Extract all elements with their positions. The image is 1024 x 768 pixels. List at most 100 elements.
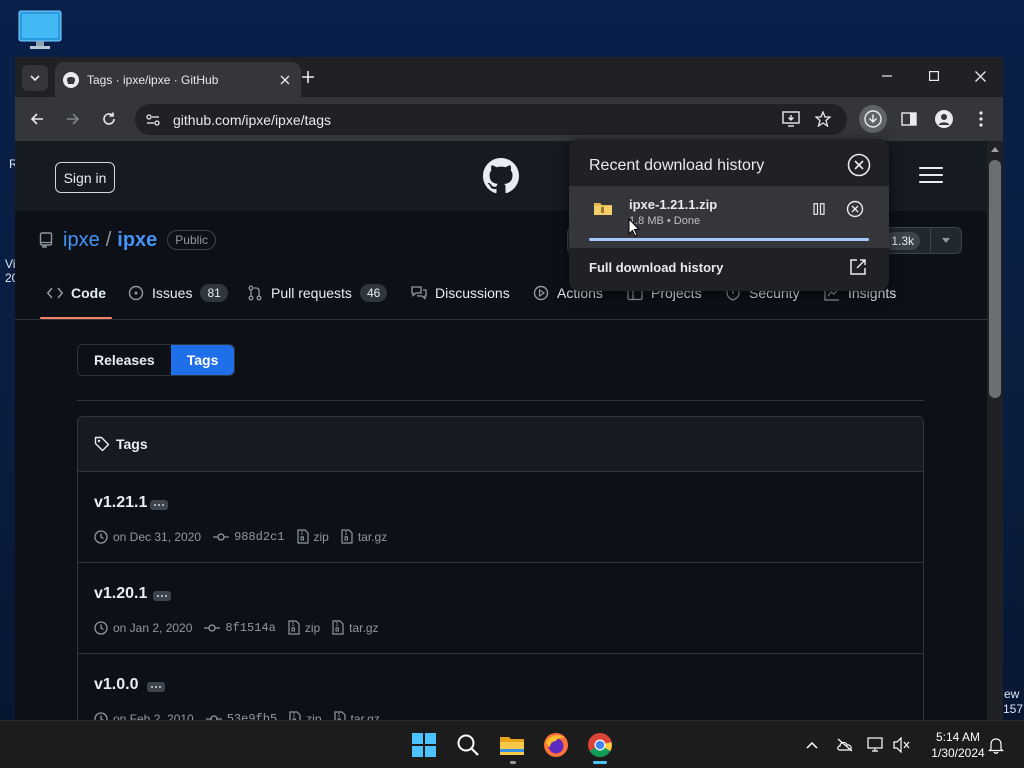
clock-icon — [94, 711, 108, 720]
tag-zip-link[interactable]: zip — [288, 620, 320, 635]
new-tab-button[interactable] — [298, 67, 318, 87]
profile-button[interactable] — [931, 106, 957, 132]
page-scrollbar[interactable] — [987, 141, 1003, 720]
forward-button[interactable] — [60, 106, 86, 132]
ellipsis-expander-icon[interactable] — [153, 591, 171, 601]
browser-menu-button[interactable] — [968, 106, 994, 132]
ellipsis-expander-icon[interactable] — [150, 500, 168, 510]
tab-pull-requests[interactable]: Pull requests 46 — [247, 265, 388, 320]
star-dropdown-icon[interactable] — [931, 238, 961, 243]
download-progress-fill — [589, 238, 869, 241]
tag-icon — [94, 436, 110, 452]
file-explorer-button[interactable] — [497, 730, 527, 760]
tab-search-button[interactable] — [22, 65, 48, 91]
firefox-button[interactable] — [541, 730, 571, 760]
reload-button[interactable] — [96, 106, 122, 132]
network-tray-button[interactable] — [867, 736, 885, 754]
tab-code-label: Code — [71, 284, 106, 301]
tab-title: Tags · ipxe/ipxe · GitHub — [87, 72, 219, 87]
close-tab-icon[interactable] — [277, 72, 293, 88]
tags-list-header: Tags — [78, 417, 923, 472]
tab-discussions[interactable]: Discussions — [411, 265, 510, 320]
tag-targz-link[interactable]: tar.gz — [333, 711, 380, 721]
download-file-name: ipxe-1.21.1.zip — [629, 197, 718, 212]
close-circle-icon[interactable] — [847, 153, 871, 177]
download-item[interactable]: ipxe-1.21.1.zip 1.8 MB • Done — [569, 186, 889, 248]
chrome-icon — [588, 733, 612, 758]
tags-list: Tags v1.21.1 on Dec 31, 2020 988d2c1 zip… — [77, 416, 924, 720]
tag-name-link[interactable]: v1.0.0 — [94, 676, 138, 694]
tag-sha: 53e9fb5 — [226, 711, 278, 721]
tag-targz-link[interactable]: tar.gz — [341, 529, 387, 544]
tag-commit-link[interactable]: 8f1514a — [204, 621, 276, 635]
full-download-history-link[interactable]: Full download history — [589, 260, 723, 275]
download-bubble: Recent download history ipxe-1.21.1.zip … — [569, 139, 889, 291]
install-app-button[interactable] — [778, 106, 804, 132]
repo-owner-link[interactable]: ipxe — [63, 229, 100, 252]
active-tab-underline — [40, 317, 112, 319]
downloads-button[interactable] — [859, 105, 887, 133]
sign-in-button[interactable]: Sign in — [55, 162, 115, 193]
maximize-button[interactable] — [917, 63, 951, 89]
close-window-button[interactable] — [963, 63, 997, 89]
notifications-button[interactable] — [987, 736, 1005, 754]
show-hidden-icons-button[interactable] — [803, 736, 821, 754]
side-panel-button[interactable] — [896, 106, 922, 132]
tab-github-tags[interactable]: Tags · ipxe/ipxe · GitHub — [55, 62, 301, 97]
clock-date: 1/30/2024 — [931, 746, 985, 760]
this-pc-desktop-icon[interactable] — [18, 10, 62, 50]
tag-zip-label: zip — [304, 620, 321, 635]
bookmark-button[interactable] — [810, 106, 836, 132]
tag-zip-label: zip — [306, 711, 322, 721]
taskbar: 5:14 AM 1/30/2024 — [0, 720, 1024, 768]
download-bubble-title: Recent download history — [589, 157, 765, 174]
tag-date-text: on Feb 2, 2010 — [113, 711, 194, 721]
chrome-button[interactable] — [585, 730, 615, 760]
tag-targz-label: tar.gz — [349, 620, 379, 635]
tag-targz-label: tar.gz — [350, 711, 380, 721]
open-external-icon[interactable] — [849, 258, 867, 276]
tag-commit-link[interactable]: 988d2c1 — [213, 530, 285, 544]
volume-tray-button[interactable] — [893, 736, 911, 754]
file-zip-icon — [289, 711, 301, 720]
side-panel-icon — [901, 112, 917, 126]
start-button[interactable] — [409, 730, 439, 760]
tag-targz-link[interactable]: tar.gz — [332, 620, 379, 635]
search-button[interactable] — [453, 730, 483, 760]
onedrive-tray-button[interactable] — [836, 736, 854, 754]
hamburger-menu-icon[interactable] — [919, 167, 943, 187]
tag-name-link[interactable]: v1.20.1 — [94, 585, 147, 603]
system-clock[interactable]: 5:14 AM 1/30/2024 — [918, 729, 998, 761]
scroll-thumb[interactable] — [989, 160, 1001, 398]
section-divider — [77, 400, 924, 401]
issue-icon — [128, 285, 144, 301]
tag-zip-link[interactable]: zip — [296, 529, 329, 544]
tag-commit-link[interactable]: 53e9fb5 — [205, 711, 278, 721]
cloud-offline-icon — [837, 738, 853, 752]
tag-zip-label: zip — [313, 529, 329, 544]
file-zip-icon — [333, 711, 346, 720]
pause-icon[interactable] — [809, 199, 829, 219]
releases-toggle-button[interactable]: Releases — [78, 345, 171, 375]
github-logo-icon[interactable] — [483, 158, 519, 194]
commit-icon — [204, 623, 221, 632]
site-settings-icon[interactable] — [145, 112, 161, 128]
tags-toggle-button[interactable]: Tags — [170, 345, 235, 375]
address-bar[interactable]: github.com/ipxe/ipxe/tags — [135, 104, 847, 135]
tag-zip-link[interactable]: zip — [289, 711, 322, 721]
download-icon — [864, 110, 882, 128]
tab-issues[interactable]: Issues 81 — [128, 265, 228, 320]
tags-list-title: Tags — [116, 436, 148, 452]
scroll-up-arrow-icon[interactable] — [991, 147, 999, 152]
mouse-cursor-icon — [628, 218, 640, 237]
repo-name-link[interactable]: ipxe — [117, 229, 157, 252]
clock-time: 5:14 AM — [935, 730, 981, 744]
tab-code[interactable]: Code — [47, 265, 106, 320]
ellipsis-expander-icon[interactable] — [147, 682, 165, 692]
minimize-button[interactable] — [870, 63, 904, 89]
back-button[interactable] — [24, 106, 50, 132]
cancel-circle-icon[interactable] — [845, 199, 865, 219]
file-zip-icon — [341, 529, 353, 544]
volume-muted-icon — [893, 737, 910, 753]
tag-name-link[interactable]: v1.21.1 — [94, 494, 147, 512]
